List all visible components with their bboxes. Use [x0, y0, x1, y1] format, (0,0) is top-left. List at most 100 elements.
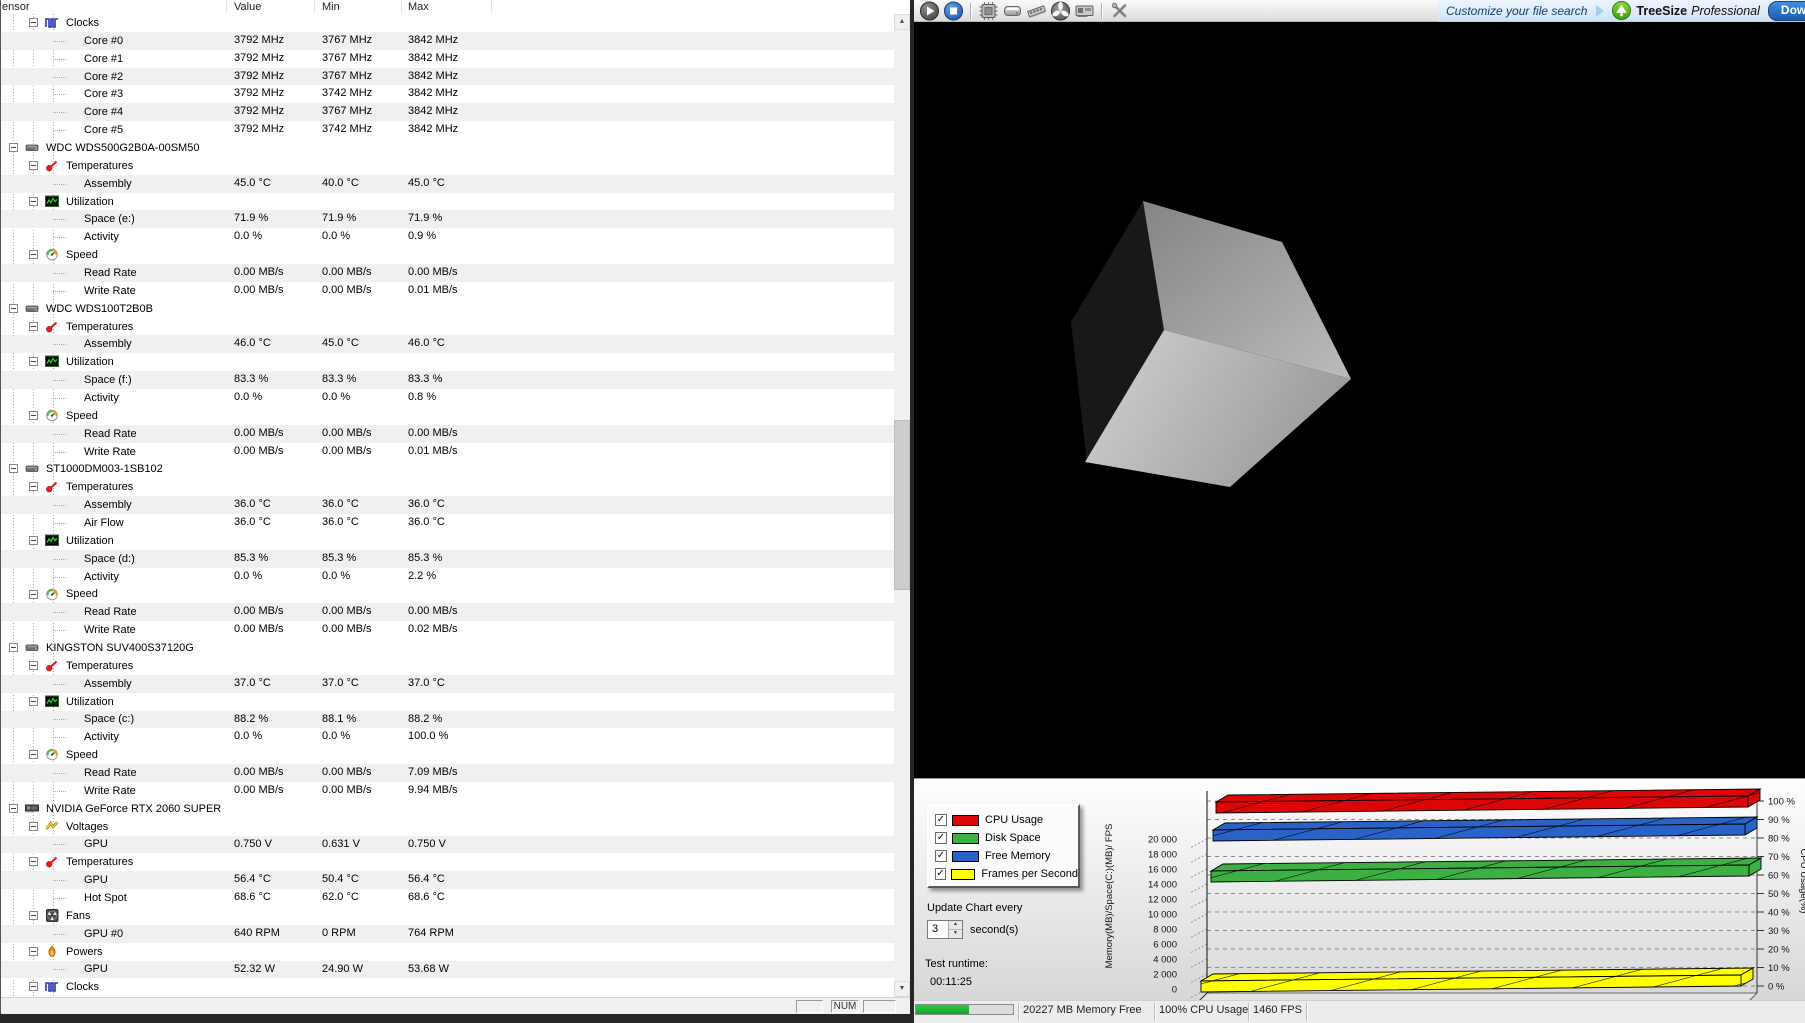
category-row[interactable]: Temperatures — [1, 853, 894, 871]
category-row[interactable]: Utilization — [1, 532, 894, 550]
tree-expander-icon[interactable] — [29, 411, 38, 420]
sensor-row[interactable]: Assembly37.0 °C37.0 °C37.0 °C — [1, 675, 894, 693]
category-row[interactable]: Clocks — [1, 978, 894, 996]
category-row[interactable]: Utilization — [1, 193, 894, 211]
tree-expander-icon[interactable] — [9, 643, 18, 652]
category-row[interactable]: Temperatures — [1, 478, 894, 496]
memory-test-button[interactable] — [1024, 1, 1048, 21]
tree-expander-icon[interactable] — [29, 536, 38, 545]
device-row[interactable]: ST1000DM003-1SB102 — [1, 460, 894, 478]
device-row[interactable]: WDC WDS500G2B0A-00SM50 — [1, 139, 894, 157]
treesize-ad-banner[interactable]: Customize your file search TreeSize Prof… — [1438, 0, 1805, 22]
tree-expander-icon[interactable] — [9, 464, 18, 473]
download-button[interactable]: Download — [1768, 1, 1805, 21]
sensor-row[interactable]: Core #23792 MHz3767 MHz3842 MHz — [1, 68, 894, 86]
column-divider[interactable] — [226, 1, 227, 13]
sensor-row[interactable]: Read Rate0.00 MB/s0.00 MB/s0.00 MB/s — [1, 264, 894, 282]
sensor-row[interactable]: Space (e:)71.9 %71.9 %71.9 % — [1, 210, 894, 228]
scrollbar-track[interactable] — [894, 30, 910, 981]
cpu-test-button[interactable] — [976, 1, 1000, 21]
sensor-row[interactable]: GPU56.4 °C50.4 °C56.4 °C — [1, 871, 894, 889]
tree-expander-icon[interactable] — [29, 661, 38, 670]
options-button[interactable] — [1107, 1, 1131, 21]
sensor-row[interactable]: Activity0.0 %0.0 %2.2 % — [1, 568, 894, 586]
sensor-row[interactable]: Write Rate0.00 MB/s0.00 MB/s9.94 MB/s — [1, 782, 894, 800]
sensor-row[interactable]: Write Rate0.00 MB/s0.00 MB/s0.02 MB/s — [1, 621, 894, 639]
sensor-row[interactable]: GPU #0640 RPM0 RPM764 RPM — [1, 925, 894, 943]
sensor-row[interactable]: Read Rate0.00 MB/s0.00 MB/s0.00 MB/s — [1, 603, 894, 621]
tree-expander-icon[interactable] — [29, 911, 38, 920]
column-header-value[interactable]: Value — [234, 0, 261, 14]
category-row[interactable]: Speed — [1, 586, 894, 604]
sensor-row[interactable]: Space (c:)88.2 %88.1 %88.2 % — [1, 711, 894, 729]
column-header-max[interactable]: Max — [408, 0, 429, 14]
tree-expander-icon[interactable] — [29, 357, 38, 366]
tree-expander-icon[interactable] — [29, 857, 38, 866]
sensor-row[interactable]: Core #53792 MHz3742 MHz3842 MHz — [1, 121, 894, 139]
category-row[interactable]: Powers — [1, 943, 894, 961]
sensor-row[interactable]: Read Rate0.00 MB/s0.00 MB/s0.00 MB/s — [1, 425, 894, 443]
tree-expander-icon[interactable] — [9, 304, 18, 313]
tree-expander-icon[interactable] — [29, 322, 38, 331]
start-test-button[interactable] — [917, 1, 941, 21]
tree-expander-icon[interactable] — [29, 822, 38, 831]
category-row[interactable]: Speed — [1, 746, 894, 764]
tree-expander-icon[interactable] — [29, 947, 38, 956]
sensor-row[interactable]: Activity0.0 %0.0 %0.8 % — [1, 389, 894, 407]
sensor-row[interactable]: Space (d:)85.3 %85.3 %85.3 % — [1, 550, 894, 568]
sensor-row[interactable]: Write Rate0.00 MB/s0.00 MB/s0.01 MB/s — [1, 443, 894, 461]
sensor-row[interactable]: Air Flow36.0 °C36.0 °C36.0 °C — [1, 514, 894, 532]
sensor-row[interactable]: Write Rate0.00 MB/s0.00 MB/s0.01 MB/s — [1, 282, 894, 300]
category-row[interactable]: Voltages — [1, 818, 894, 836]
category-row[interactable]: Temperatures — [1, 318, 894, 336]
sensor-row[interactable]: Core #33792 MHz3742 MHz3842 MHz — [1, 85, 894, 103]
sensor-row[interactable]: Core #43792 MHz3767 MHz3842 MHz — [1, 103, 894, 121]
stop-test-button[interactable] — [941, 1, 965, 21]
sensor-row[interactable]: Assembly46.0 °C45.0 °C46.0 °C — [1, 335, 894, 353]
scroll-up-arrow-icon[interactable]: ▲ — [894, 14, 910, 30]
video-test-button[interactable] — [1072, 1, 1096, 21]
tree-expander-icon[interactable] — [29, 750, 38, 759]
category-row[interactable]: Speed — [1, 407, 894, 425]
device-row[interactable]: WDC WDS100T2B0B — [1, 300, 894, 318]
tree-expander-icon[interactable] — [9, 143, 18, 152]
sensor-row[interactable]: Space (f:)83.3 %83.3 %83.3 % — [1, 371, 894, 389]
sensor-row[interactable]: Assembly45.0 °C40.0 °C45.0 °C — [1, 175, 894, 193]
sensor-row[interactable]: Activity0.0 %0.0 %100.0 % — [1, 728, 894, 746]
tree-expander-icon[interactable] — [29, 18, 38, 27]
gpu-3d-test-button[interactable] — [1048, 1, 1072, 21]
tree-expander-icon[interactable] — [29, 482, 38, 491]
column-divider[interactable] — [491, 1, 492, 13]
tree-expander-icon[interactable] — [9, 804, 18, 813]
column-divider[interactable] — [401, 1, 402, 13]
sensor-row[interactable]: Hot Spot68.6 °C62.0 °C68.6 °C — [1, 889, 894, 907]
sensor-row[interactable]: Assembly36.0 °C36.0 °C36.0 °C — [1, 496, 894, 514]
sensor-row[interactable]: Core #03792 MHz3767 MHz3842 MHz — [1, 32, 894, 50]
category-row[interactable]: Utilization — [1, 353, 894, 371]
scrollbar-thumb[interactable] — [894, 420, 910, 590]
tree-expander-icon[interactable] — [29, 982, 38, 991]
tree-expander-icon[interactable] — [29, 590, 38, 599]
sensor-row[interactable]: Core #13792 MHz3767 MHz3842 MHz — [1, 50, 894, 68]
column-header-sensor[interactable]: ensor — [2, 0, 30, 14]
3d-render-viewport[interactable] — [914, 22, 1805, 778]
sensor-row[interactable]: GPU0.750 V0.631 V0.750 V — [1, 836, 894, 854]
device-row[interactable]: NVIDIA GeForce RTX 2060 SUPER — [1, 800, 894, 818]
category-row[interactable]: Temperatures — [1, 157, 894, 175]
tree-expander-icon[interactable] — [29, 250, 38, 259]
column-divider[interactable] — [314, 1, 315, 13]
category-row[interactable]: Utilization — [1, 693, 894, 711]
tree-expander-icon[interactable] — [29, 197, 38, 206]
vertical-scrollbar[interactable]: ▲ ▼ — [894, 14, 910, 997]
category-row[interactable]: Speed — [1, 246, 894, 264]
tree-expander-icon[interactable] — [29, 697, 38, 706]
category-row[interactable]: Fans — [1, 907, 894, 925]
sensor-row[interactable]: GPU52.32 W24.90 W53.68 W — [1, 961, 894, 979]
sensor-row[interactable]: Read Rate0.00 MB/s0.00 MB/s7.09 MB/s — [1, 764, 894, 782]
tree-expander-icon[interactable] — [29, 161, 38, 170]
sensor-row[interactable]: Activity0.0 %0.0 %0.9 % — [1, 228, 894, 246]
scroll-down-arrow-icon[interactable]: ▼ — [894, 981, 910, 997]
category-row[interactable]: Temperatures — [1, 657, 894, 675]
category-row[interactable]: Clocks — [1, 14, 894, 32]
device-row[interactable]: KINGSTON SUV400S37120G — [1, 639, 894, 657]
